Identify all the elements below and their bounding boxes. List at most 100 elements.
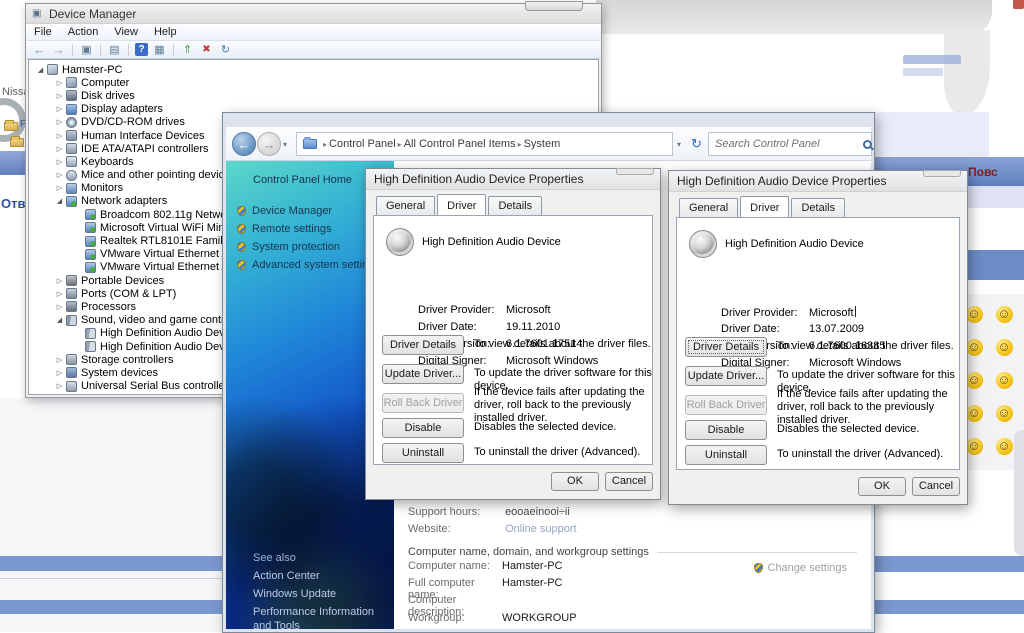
update-driver-button[interactable]: Update Driver... [685, 366, 767, 386]
ok-button[interactable]: OK [858, 477, 906, 496]
dialog-caption-buttons[interactable] [923, 170, 961, 177]
tab-details[interactable]: Details [791, 198, 845, 217]
toolbar-separator[interactable] [72, 44, 73, 56]
sidebar-task[interactable]: Remote settings [237, 220, 380, 238]
breadcrumb-item[interactable]: Control Panel [329, 138, 396, 150]
browser-close-icon[interactable] [1013, 0, 1024, 9]
tree-item[interactable]: ▷ Disk drives [29, 89, 598, 102]
back-icon[interactable]: ← [32, 43, 47, 57]
smiley-icon[interactable]: ☺ [989, 298, 1019, 331]
cancel-button[interactable]: Cancel [605, 472, 653, 491]
tab-general[interactable]: General [679, 198, 738, 217]
uninstall-button[interactable]: Uninstall [685, 445, 767, 465]
smiley-icon[interactable]: ☺ [989, 364, 1019, 397]
online-support-link[interactable]: Online support [505, 523, 577, 535]
device-manager-titlebar[interactable]: ▣ Device Manager [26, 4, 601, 24]
forward-icon[interactable]: → [51, 43, 66, 57]
tree-expander-icon[interactable]: ▷ [54, 356, 65, 364]
background-page-curve [1014, 430, 1024, 556]
breadcrumb[interactable]: ▸ Control Panel ▸ All Control Panel Item… [296, 132, 673, 156]
tree-expander-icon[interactable]: ▷ [54, 118, 65, 126]
tree-expander-icon[interactable]: ▷ [54, 92, 65, 100]
breadcrumb-item[interactable]: System [524, 138, 561, 150]
breadcrumb-separator-icon: ▸ [516, 140, 524, 149]
sidebar-task[interactable]: Advanced system settings [237, 256, 380, 274]
tree-expander-icon[interactable]: ▷ [54, 132, 65, 140]
toolbar-separator[interactable] [128, 44, 129, 56]
tree-expander-icon[interactable]: ◢ [54, 316, 65, 324]
tree-expander-icon[interactable]: ▷ [54, 171, 65, 179]
audio-properties-dialog-left: High Definition Audio Device Properties … [365, 168, 661, 500]
tree-item[interactable]: ◢ Hamster-PC [29, 63, 598, 76]
sidebar-link[interactable]: Windows Update [253, 587, 385, 601]
tree-expander-icon[interactable]: ▷ [54, 79, 65, 87]
tree-expander-icon[interactable]: ◢ [35, 66, 46, 74]
tab-driver[interactable]: Driver [437, 194, 486, 215]
search-icon[interactable] [863, 140, 872, 149]
refresh-icon[interactable]: ↻ [691, 136, 702, 152]
help-icon[interactable]: ? [135, 43, 148, 56]
sidebar-task[interactable]: System protection [237, 238, 380, 256]
disable-button[interactable]: Disable [382, 418, 464, 438]
driver-details-button[interactable]: Driver Details [685, 337, 767, 357]
tree-expander-icon[interactable]: ▷ [54, 105, 65, 113]
properties-icon[interactable]: ▤ [107, 43, 122, 57]
back-icon[interactable]: ← [232, 132, 256, 156]
ok-button[interactable]: OK [551, 472, 599, 491]
devices-list-icon[interactable]: ▦ [152, 43, 167, 57]
menu-view[interactable]: View [106, 26, 146, 38]
hid-icon [66, 130, 77, 141]
smiley-icon[interactable]: ☺ [989, 397, 1019, 430]
forum-reply-button[interactable]: Отв [1, 196, 25, 211]
breadcrumb-item[interactable]: All Control Panel Items [404, 138, 516, 150]
display-adapter-icon [66, 104, 77, 115]
speaker-device-icon [689, 230, 717, 258]
tree-expander-icon[interactable]: ◢ [54, 197, 65, 205]
tree-expander-icon[interactable]: ▷ [54, 184, 65, 192]
tab-general[interactable]: General [376, 196, 435, 215]
change-settings-link[interactable]: Change settings [754, 562, 848, 574]
search-input[interactable] [709, 134, 863, 154]
dialog-caption-buttons[interactable] [616, 168, 654, 175]
tree-expander-icon[interactable]: ▷ [54, 158, 65, 166]
smiley-icon[interactable]: ☺ [989, 331, 1019, 364]
window-caption-buttons[interactable] [525, 1, 583, 11]
history-chevron-icon[interactable]: ▾ [283, 140, 287, 149]
tab-details[interactable]: Details [488, 196, 542, 215]
sidebar-task[interactable]: Device Manager [237, 202, 380, 220]
tree-item-label: IDE ATA/ATAPI controllers [81, 143, 209, 155]
tree-expander-icon[interactable]: ▷ [54, 145, 65, 153]
disable-button[interactable]: Disable [685, 420, 767, 440]
tab-driver[interactable]: Driver [740, 196, 789, 217]
toolbar-separator[interactable] [100, 44, 101, 56]
forward-icon[interactable]: → [257, 132, 281, 156]
tree-expander-icon[interactable]: ▷ [54, 303, 65, 311]
console-tree-icon[interactable]: ▣ [79, 43, 94, 57]
forum-band-text: Повс [968, 165, 998, 179]
breadcrumb-folder-icon[interactable] [303, 139, 317, 149]
uninstall-icon[interactable]: ✖ [199, 43, 214, 57]
driver-details-button[interactable]: Driver Details [382, 335, 464, 355]
cancel-button[interactable]: Cancel [912, 477, 960, 496]
menu-help[interactable]: Help [146, 26, 185, 38]
menu-file[interactable]: File [26, 26, 60, 38]
roll-back-driver-desc: If the device fails after updating the d… [777, 388, 965, 427]
toolbar-separator[interactable] [173, 44, 174, 56]
tree-expander-icon[interactable]: ▷ [54, 382, 65, 390]
sidebar-item-control-panel-home[interactable]: Control Panel Home [253, 174, 352, 186]
menu-action[interactable]: Action [60, 26, 107, 38]
uninstall-desc: To uninstall the driver (Advanced). [777, 448, 965, 461]
tree-expander-icon[interactable]: ▷ [54, 369, 65, 377]
update-driver-button[interactable]: Update Driver... [382, 364, 464, 384]
sidebar-link[interactable]: Performance Information and Tools [253, 605, 385, 629]
uac-shield-icon [754, 563, 763, 573]
tree-expander-icon[interactable]: ▷ [54, 290, 65, 298]
uninstall-button[interactable]: Uninstall [382, 443, 464, 463]
tree-expander-icon[interactable]: ▷ [54, 277, 65, 285]
sidebar-link[interactable]: Action Center [253, 569, 385, 583]
address-dropdown-icon[interactable]: ▾ [677, 140, 681, 149]
update-driver-icon[interactable]: ⇑ [180, 43, 195, 57]
tree-item[interactable]: ▷ Computer [29, 76, 598, 89]
tree-item-label: Disk drives [81, 90, 135, 102]
scan-hardware-icon[interactable]: ↻ [218, 43, 233, 57]
